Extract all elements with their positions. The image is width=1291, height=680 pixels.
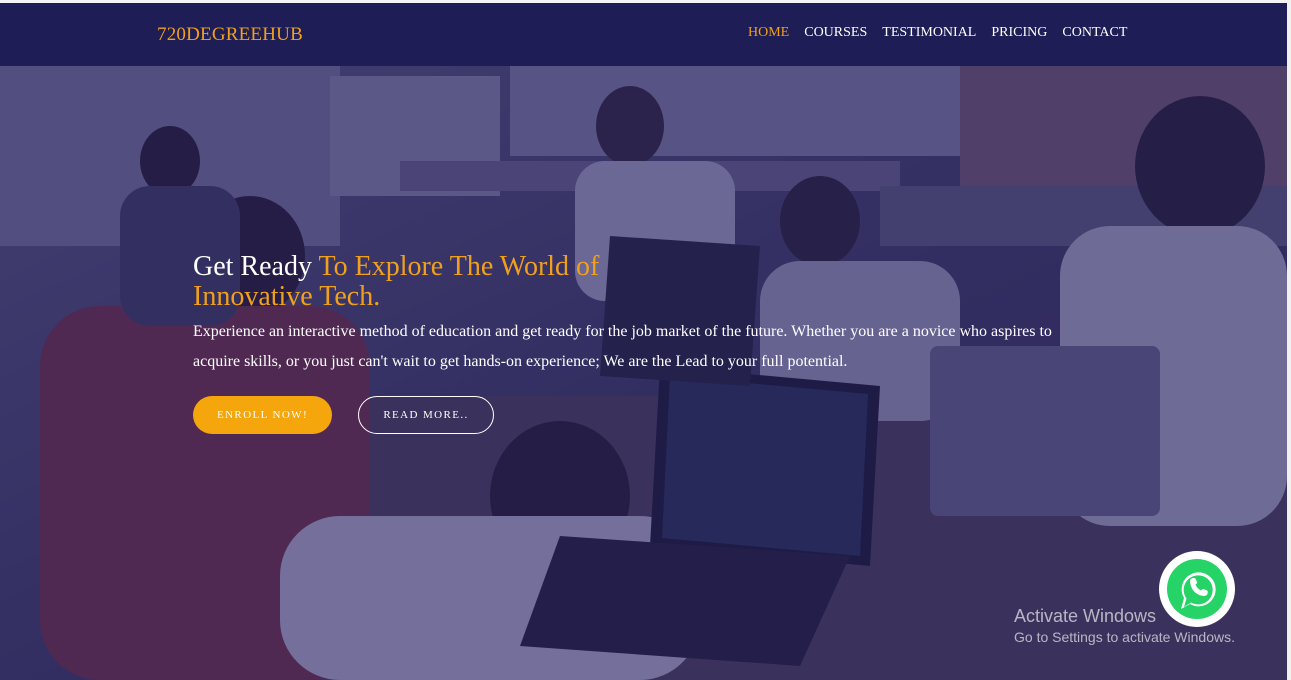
- nav-testimonial[interactable]: TESTIMONIAL: [882, 25, 976, 41]
- navbar: 720DEGREEHUB HOME COURSES TESTIMONIAL PR…: [0, 3, 1287, 66]
- brand-logo[interactable]: 720DEGREEHUB: [157, 24, 303, 46]
- nav-courses[interactable]: COURSES: [804, 25, 867, 41]
- activate-windows-watermark: Activate Windows Go to Settings to activ…: [1014, 605, 1235, 647]
- activate-windows-title: Activate Windows: [1014, 606, 1157, 626]
- nav-menu: HOME COURSES TESTIMONIAL PRICING CONTACT: [748, 25, 1127, 41]
- nav-home[interactable]: HOME: [748, 25, 789, 41]
- hero-section: Get Ready To Explore The World of Innova…: [0, 66, 1287, 680]
- enroll-now-button[interactable]: ENROLL NOW!: [193, 396, 332, 434]
- hero-description: Experience an interactive method of educ…: [193, 323, 1052, 370]
- scrollbar[interactable]: [1287, 0, 1291, 680]
- browser-viewport: 720DEGREEHUB HOME COURSES TESTIMONIAL PR…: [0, 0, 1287, 680]
- nav-pricing[interactable]: PRICING: [991, 25, 1047, 41]
- read-more-button[interactable]: READ MORE..: [358, 396, 494, 434]
- activate-windows-subtitle: Go to Settings to activate Windows.: [1014, 629, 1235, 645]
- nav-contact[interactable]: CONTACT: [1062, 25, 1127, 41]
- hero-heading-plain: Get Ready: [193, 251, 319, 282]
- hero-heading: Get Ready To Explore The World of Innova…: [193, 252, 653, 312]
